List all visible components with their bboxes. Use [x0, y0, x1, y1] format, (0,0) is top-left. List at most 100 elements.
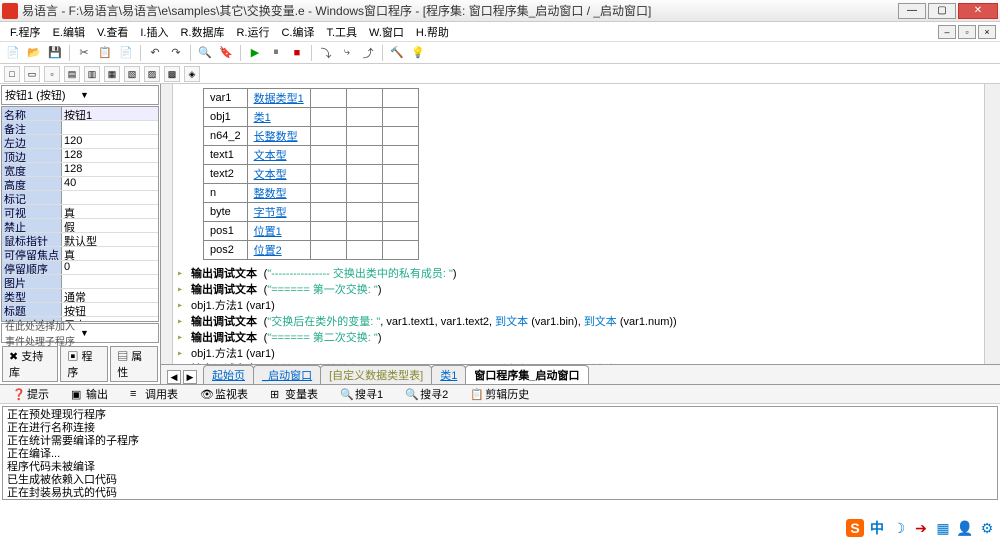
property-value[interactable]: 120 — [62, 135, 158, 148]
child-minimize-button[interactable]: – — [938, 25, 956, 39]
tool-j[interactable]: ◈ — [184, 66, 200, 82]
out-tab-search1[interactable]: 🔍搜寻1 — [332, 385, 391, 403]
out-tab-vars[interactable]: ⊞变量表 — [262, 385, 326, 403]
find-icon[interactable]: 🔍 — [196, 44, 214, 62]
property-row[interactable]: 可视真 — [2, 205, 158, 219]
property-value[interactable]: 真 — [62, 247, 158, 260]
minimize-button[interactable]: — — [898, 3, 926, 19]
tab-properties[interactable]: ▤ 属性 — [110, 346, 158, 382]
sogou-icon[interactable]: S — [846, 519, 864, 537]
menu-run[interactable]: R.运行 — [230, 24, 275, 40]
property-row[interactable]: 可停留焦点真 — [2, 247, 158, 261]
property-row[interactable]: 类型通常 — [2, 289, 158, 303]
menu-program[interactable]: F.程序 — [4, 24, 47, 40]
arrow-icon[interactable]: ➔ — [912, 519, 930, 537]
tool-c[interactable]: ▫ — [44, 66, 60, 82]
out-tab-clipboard[interactable]: 📋剪辑历史 — [462, 385, 537, 403]
output-pane[interactable]: 正在预处理现行程序正在进行名称连接正在统计需要编译的子程序正在编译...程序代码… — [2, 406, 998, 500]
menu-insert[interactable]: I.插入 — [134, 24, 174, 40]
property-row[interactable]: 鼠标指针默认型 — [2, 233, 158, 247]
property-value[interactable]: 40 — [62, 177, 158, 190]
property-row[interactable]: 标题按钮 — [2, 303, 158, 317]
knowledge-icon[interactable]: 💡 — [409, 44, 427, 62]
property-value[interactable] — [62, 121, 158, 134]
tab-next-button[interactable]: ▶ — [183, 370, 197, 384]
variable-row[interactable]: text1文本型 — [204, 146, 419, 165]
property-row[interactable]: 备注 — [2, 121, 158, 135]
tool-a[interactable]: □ — [4, 66, 20, 82]
menu-help[interactable]: H.帮助 — [410, 24, 455, 40]
bookmark-icon[interactable]: 🔖 — [217, 44, 235, 62]
tab-support-lib[interactable]: ✖ 支持库 — [2, 346, 58, 382]
property-row[interactable]: 禁止假 — [2, 219, 158, 233]
event-selector[interactable]: 在此处选择加入事件处理子程序 ▼ — [1, 323, 159, 343]
gutter[interactable] — [161, 84, 173, 364]
variable-row[interactable]: n整数型 — [204, 184, 419, 203]
tool-b[interactable]: ▭ — [24, 66, 40, 82]
property-value[interactable]: 128 — [62, 163, 158, 176]
new-icon[interactable]: 📄 — [4, 44, 22, 62]
menu-view[interactable]: V.查看 — [91, 24, 134, 40]
tool-h[interactable]: ▨ — [144, 66, 160, 82]
property-value[interactable]: 真 — [62, 205, 158, 218]
cut-icon[interactable]: ✂ — [75, 44, 93, 62]
code-line[interactable]: 输出调试文本 ("====== 第一次交换: ") — [173, 282, 1000, 298]
property-value[interactable] — [62, 275, 158, 288]
property-value[interactable]: 通常 — [62, 289, 158, 302]
object-selector[interactable]: 按钮1 (按钮) ▼ — [1, 85, 159, 105]
property-row[interactable]: 高度40 — [2, 177, 158, 191]
variable-row[interactable]: pos1位置1 — [204, 222, 419, 241]
variable-row[interactable]: pos2位置2 — [204, 241, 419, 260]
tool-i[interactable]: ▩ — [164, 66, 180, 82]
editor-tab[interactable]: 起始页 — [203, 365, 254, 384]
property-value[interactable]: 按钮 — [62, 303, 158, 316]
gear-icon[interactable]: ⚙ — [978, 519, 996, 537]
menu-compile[interactable]: C.编译 — [275, 24, 320, 40]
pause-icon[interactable]: ⏸ — [267, 44, 285, 62]
tool-e[interactable]: ▥ — [84, 66, 100, 82]
property-value[interactable]: 假 — [62, 219, 158, 232]
variable-row[interactable]: n64_2长整数型 — [204, 127, 419, 146]
out-tab-output[interactable]: ▣输出 — [63, 385, 116, 403]
code-line[interactable]: obj1.方法1 (var1) — [173, 346, 1000, 362]
tool-d[interactable]: ▤ — [64, 66, 80, 82]
editor-tab[interactable]: 类1 — [431, 365, 466, 384]
copy-icon[interactable]: 📋 — [96, 44, 114, 62]
variable-row[interactable]: var1数据类型1 — [204, 89, 419, 108]
code-line[interactable]: 输出调试文本 ("交换后在类外的变量: ", var1.text1, var1.… — [173, 314, 1000, 330]
property-grid[interactable]: 名称按钮1备注左边120顶边128宽度128高度40标记可视真禁止假鼠标指针默认… — [1, 106, 159, 322]
redo-icon[interactable]: ↷ — [167, 44, 185, 62]
run-icon[interactable]: ▶ — [246, 44, 264, 62]
child-restore-button[interactable]: ▫ — [958, 25, 976, 39]
property-value[interactable]: 按钮1 — [62, 107, 158, 120]
maximize-button[interactable]: ▢ — [928, 3, 956, 19]
code-line[interactable]: 输出调试文本 ("---------------- 交换出类中的私有成员: ") — [173, 266, 1000, 282]
variable-row[interactable]: text2文本型 — [204, 165, 419, 184]
property-value[interactable]: 默认型 — [62, 233, 158, 246]
keyboard-icon[interactable]: ▦ — [934, 519, 952, 537]
menu-tools[interactable]: T.工具 — [320, 24, 363, 40]
open-icon[interactable]: 📂 — [25, 44, 43, 62]
property-row[interactable]: 左边120 — [2, 135, 158, 149]
property-row[interactable]: 宽度128 — [2, 163, 158, 177]
property-row[interactable]: 标记 — [2, 191, 158, 205]
code-line[interactable]: 输出调试文本 ("====== 第二次交换: ") — [173, 330, 1000, 346]
code-line[interactable]: obj1.方法1 (var1) — [173, 298, 1000, 314]
close-button[interactable]: ✕ — [958, 3, 998, 19]
property-value[interactable] — [62, 191, 158, 204]
undo-icon[interactable]: ↶ — [146, 44, 164, 62]
code-scroll[interactable]: var1数据类型1obj1类1n64_2长整数型text1文本型text2文本型… — [173, 84, 1000, 364]
step-into-icon[interactable]: ⤷ — [338, 44, 356, 62]
editor-tab[interactable]: 窗口程序集_启动窗口 — [465, 365, 588, 384]
menu-window[interactable]: W.窗口 — [363, 24, 410, 40]
out-tab-search2[interactable]: 🔍搜寻2 — [397, 385, 456, 403]
tool-f[interactable]: ▦ — [104, 66, 120, 82]
tab-program[interactable]: ▣ 程序 — [60, 346, 108, 382]
property-row[interactable]: 顶边128 — [2, 149, 158, 163]
save-icon[interactable]: 💾 — [46, 44, 64, 62]
editor-tab[interactable]: [自定义数据类型表] — [320, 365, 432, 384]
child-close-button[interactable]: × — [978, 25, 996, 39]
ime-icon[interactable]: 中 — [868, 519, 886, 537]
out-tab-hint[interactable]: ❓提示 — [4, 385, 57, 403]
paste-icon[interactable]: 📄 — [117, 44, 135, 62]
